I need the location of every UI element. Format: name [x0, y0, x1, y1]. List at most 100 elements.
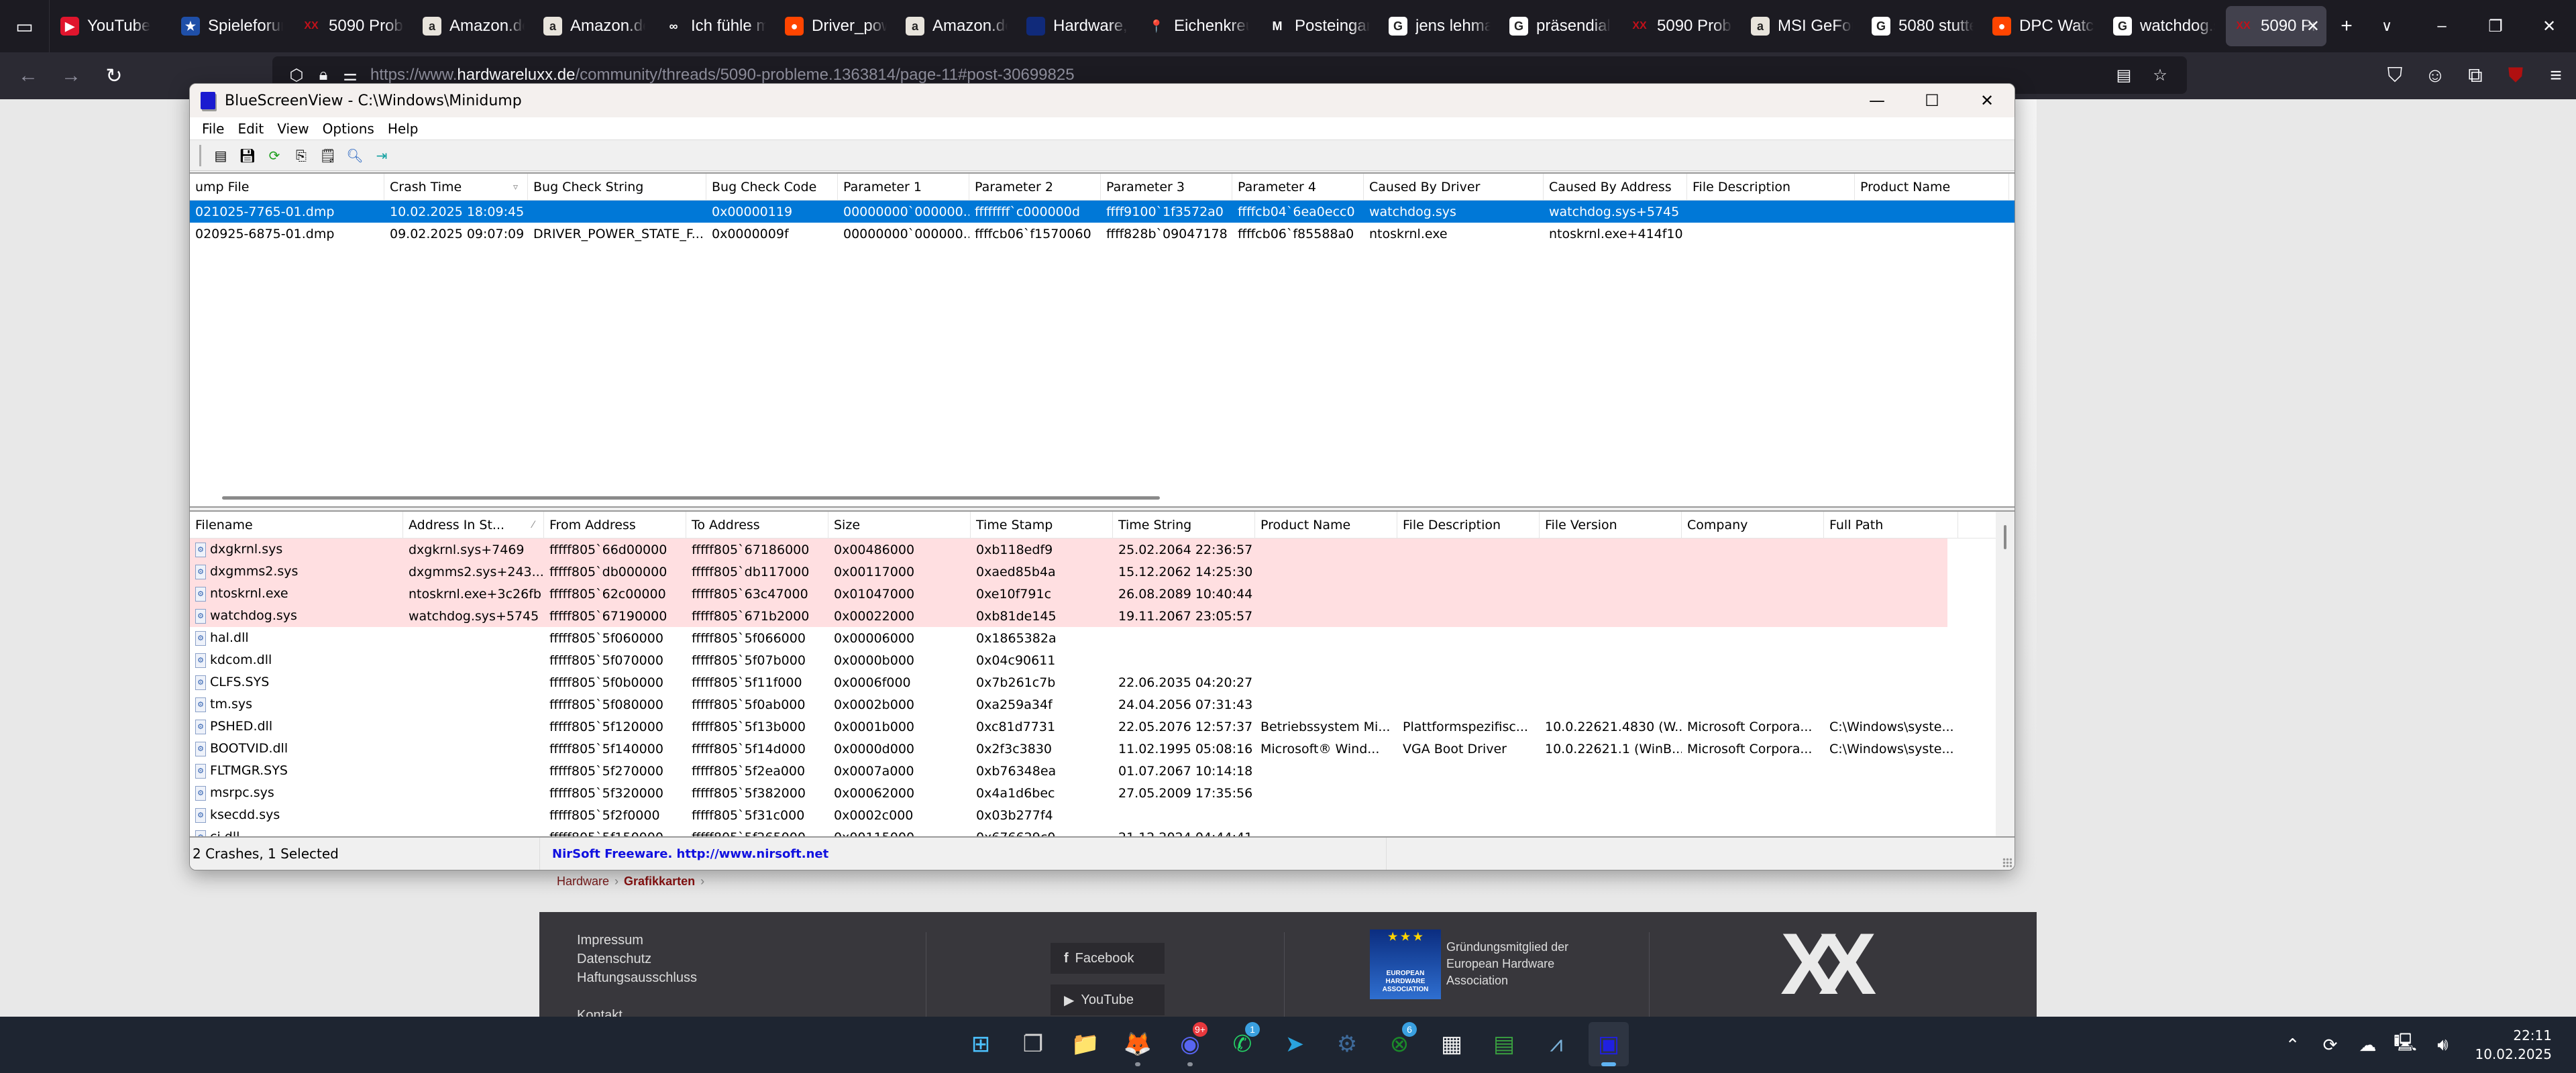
minimize-button[interactable]: — — [1849, 84, 1904, 117]
driver-list[interactable]: Filename Address In St... ⁄ From Address To … — [190, 510, 2015, 838]
column-header[interactable]: Com — [2009, 174, 2015, 201]
taskbar-discord[interactable]: ◉ 9+ — [1170, 1022, 1210, 1066]
footer-link-datenschutz[interactable]: Datenschutz — [577, 950, 697, 968]
column-header[interactable]: From Address — [544, 512, 686, 539]
menu-view[interactable]: View — [270, 121, 315, 137]
driver-row[interactable]: ⚙ hal.dll fffff805`5f060000 fffff805`5f0660… — [190, 627, 1947, 649]
driver-row[interactable]: ⚙ FLTMGR.SYS fffff805`5f270000 fffff805`5f2… — [190, 760, 1947, 782]
menu-edit[interactable]: Edit — [231, 121, 270, 137]
taskbar-hardware-tool[interactable]: ▤ — [1484, 1022, 1524, 1066]
tab[interactable]: a Amazon.de — [535, 6, 653, 46]
clock[interactable]: 22:11 10.02.2025 — [2461, 1026, 2576, 1064]
browser-minimize-button[interactable]: – — [2415, 0, 2469, 52]
vertical-scrollbar[interactable] — [1996, 512, 2015, 836]
properties-button[interactable]: 🗒︎ — [318, 146, 338, 166]
taskbar-xbox[interactable]: ⊗ 6 — [1379, 1022, 1419, 1066]
onedrive-cloud-icon[interactable]: ☁ — [2349, 1035, 2386, 1056]
facebook-button[interactable]: f Facebook — [1051, 943, 1165, 974]
column-header[interactable]: File Description — [1397, 512, 1540, 539]
tab-list-button[interactable]: ▭ — [0, 0, 50, 52]
tab[interactable]: Gpräsendial — [1501, 6, 1619, 46]
driver-row[interactable]: ⚙ kdcom.dll fffff805`5f070000 fffff805`5f07… — [190, 649, 1947, 671]
column-header[interactable]: Caused By Driver — [1364, 174, 1544, 201]
column-header[interactable]: Time String — [1113, 512, 1255, 539]
horizontal-scrollbar[interactable] — [222, 496, 1160, 500]
taskbar-file-explorer[interactable]: 📁 — [1065, 1022, 1106, 1066]
driver-row[interactable]: ⚙ tm.sys fffff805`5f080000 fffff805`5f0ab00… — [190, 693, 1947, 716]
driver-row[interactable]: ⚙ dxgkrnl.sys dxgkrnl.sys+7469 fffff805`66d… — [190, 539, 1947, 561]
tab[interactable]: G 5080 stutte — [1864, 6, 1982, 46]
network-icon[interactable]: 🖳︎ — [2386, 1030, 2424, 1060]
driver-row[interactable]: ⚙ ci.dll fffff805`5f150000 fffff805`5f26500… — [190, 826, 1947, 836]
app-menu-button[interactable]: ≡ — [2536, 56, 2576, 96]
driver-row[interactable]: ⚙ CLFS.SYS fffff805`5f0b0000 fffff805`5f11f… — [190, 671, 1947, 693]
tab[interactable]: ▶ YouTube — [52, 6, 170, 46]
volume-icon[interactable]: 🔊︎ — [2424, 1034, 2461, 1056]
shield-icon[interactable]: ⬡ — [283, 66, 310, 85]
column-header[interactable]: Bug Check String — [528, 174, 706, 201]
column-header[interactable]: To Address — [686, 512, 828, 539]
resize-grip[interactable] — [2002, 858, 2012, 867]
lock-icon[interactable]: 🔒︎ — [310, 66, 337, 84]
crash-row[interactable]: 021025-7765-01.dmp 10.02.2025 18:09:45 0x0… — [190, 201, 2015, 223]
copy-button[interactable]: ⎘ — [291, 146, 311, 166]
column-header[interactable]: ump File — [190, 174, 384, 201]
tab[interactable]: ● DPC Watch — [1984, 6, 2102, 46]
tab-close-icon[interactable]: ✕ — [2306, 17, 2320, 36]
menu-help[interactable]: Help — [381, 121, 425, 137]
taskbar-microsoft-store[interactable]: ▦ — [1432, 1022, 1472, 1066]
toolbar-grip[interactable] — [199, 144, 201, 166]
tab-active[interactable]: XX5090 Pro✕ — [2226, 6, 2326, 46]
tab[interactable]: a Amazon.de — [415, 6, 533, 46]
column-header[interactable]: Parameter 4 — [1232, 174, 1364, 201]
column-header[interactable]: Full Path — [1824, 512, 1958, 539]
pocket-button[interactable]: ⛉ — [2375, 56, 2415, 96]
driver-row[interactable]: ⚙ ntoskrnl.exe ntoskrnl.exe+3c26fb fffff805… — [190, 583, 1947, 605]
column-header[interactable]: Size — [828, 512, 971, 539]
reload-button[interactable]: ↻ — [93, 56, 136, 96]
forward-button[interactable]: → — [50, 56, 93, 96]
url-text[interactable]: https://www.hardwareluxx.de/community/th… — [370, 66, 1075, 84]
tab[interactable]: Gjens lehma — [1381, 6, 1499, 46]
nirsoft-link[interactable]: NirSoft Freeware. http://www.nirsoft.net — [540, 838, 1387, 870]
column-header[interactable]: Time Stamp — [971, 512, 1113, 539]
exit-button[interactable]: ⇥ — [372, 146, 392, 166]
tab[interactable]: a Amazon.de — [898, 6, 1016, 46]
back-button[interactable]: ← — [7, 56, 50, 96]
tab[interactable]: Gwatchdog.s — [2105, 6, 2223, 46]
driver-row[interactable]: ⚙ ksecdd.sys fffff805`5f2f0000 fffff805`5f3… — [190, 804, 1947, 826]
column-header[interactable]: Parameter 3 — [1101, 174, 1232, 201]
driver-row[interactable]: ⚙ msrpc.sys fffff805`5f320000 fffff805`5f38… — [190, 782, 1947, 804]
column-header[interactable]: Parameter 1 — [838, 174, 969, 201]
taskbar-telegram[interactable]: ➤ — [1275, 1022, 1315, 1066]
hardwareluxx-logo[interactable]: XX — [1780, 920, 1877, 1007]
driver-row[interactable]: ⚙ dxgmms2.sys dxgmms2.sys+243... fffff805`d… — [190, 561, 1947, 583]
chevron-up-icon[interactable]: ⌃ — [2273, 1035, 2311, 1056]
bookmark-star-icon[interactable]: ☆ — [2147, 66, 2174, 85]
maximize-button[interactable]: ☐ — [1904, 84, 1960, 117]
footer-link-haftungsausschluss[interactable]: Haftungsausschluss — [577, 968, 697, 987]
taskbar-task-view-button[interactable]: ❐ — [1013, 1022, 1053, 1066]
tab[interactable]: XX 5090 Proble — [1622, 6, 1740, 46]
taskbar-bluescreenview[interactable]: ▣ — [1589, 1022, 1629, 1066]
taskbar-firefox[interactable]: 🦊 — [1118, 1022, 1158, 1066]
breadcrumb-grafikkarten[interactable]: Grafikkarten — [624, 874, 695, 889]
find-button[interactable]: 🔍︎ — [345, 146, 365, 166]
menu-file[interactable]: File — [195, 121, 231, 137]
ublock-button[interactable]: ⛊ — [2496, 56, 2536, 96]
tab[interactable]: M Posteingan — [1260, 6, 1378, 46]
tab[interactable]: XX 5090 Proble — [294, 6, 412, 46]
html-report-button[interactable]: ▤ — [211, 146, 231, 166]
list-all-tabs-button[interactable]: ∨ — [2367, 6, 2407, 46]
extensions-button[interactable]: ⧉ — [2455, 56, 2496, 96]
driver-row[interactable]: ⚙ BOOTVID.dll fffff805`5f140000 fffff805`5f… — [190, 738, 1954, 760]
column-header[interactable]: Filename — [190, 512, 403, 539]
taskbar-start-button[interactable]: ⊞ — [961, 1022, 1001, 1066]
column-header[interactable]: Crash Time ▿ — [384, 174, 528, 201]
close-button[interactable]: ✕ — [1960, 84, 2015, 117]
save-button[interactable]: 💾︎ — [237, 146, 258, 166]
tab[interactable]: 📍 Eichenkreu — [1139, 6, 1257, 46]
browser-close-button[interactable]: ✕ — [2522, 0, 2576, 52]
column-header[interactable]: Company — [1682, 512, 1824, 539]
tab[interactable]: Hardware, — [1018, 6, 1136, 46]
